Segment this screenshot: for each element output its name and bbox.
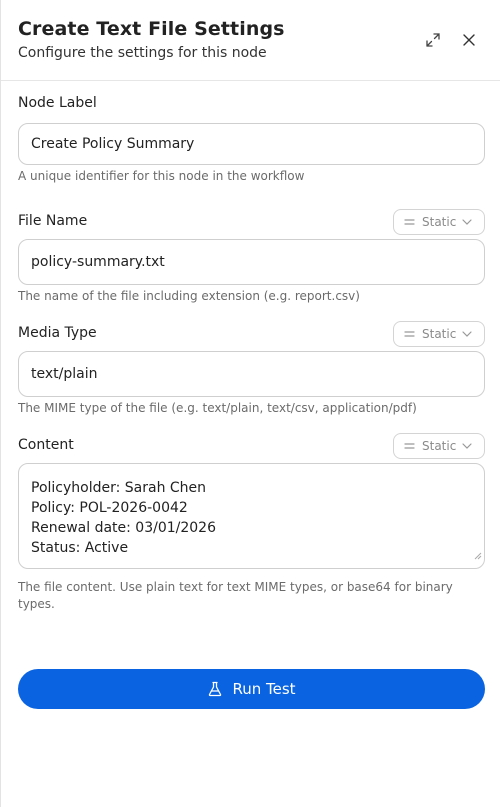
content-mode-select[interactable]: Static [393,433,485,459]
content-label: Content [18,437,74,453]
file-name-help: The name of the file including extension… [18,289,360,303]
equals-icon [404,442,415,450]
chevron-down-icon [462,331,472,337]
content-line: Status: Active [31,540,129,556]
media-type-input[interactable]: text/plain [18,351,485,397]
file-name-label: File Name [18,213,88,229]
panel-title: Create Text File Settings [18,18,285,40]
node-label-help: A unique identifier for this node in the… [18,169,305,183]
node-label-input[interactable]: Create Policy Summary [18,123,485,165]
media-type-help: The MIME type of the file (e.g. text/pla… [18,401,417,415]
chevron-down-icon [462,443,472,449]
file-name-value: policy-summary.txt [31,254,165,270]
equals-icon [404,218,415,226]
content-line: Policy: POL-2026-0042 [31,500,188,516]
media-type-label: Media Type [18,325,97,341]
content-line: Renewal date: 03/01/2026 [31,520,216,536]
content-help: The file content. Use plain text for tex… [18,580,453,611]
flask-icon [207,681,223,697]
panel-header: Create Text File Settings Configure the … [1,0,500,81]
content-textarea[interactable]: Policyholder: Sarah Chen Policy: POL-202… [18,463,485,569]
media-type-mode-select[interactable]: Static [393,321,485,347]
node-label-label: Node Label [18,95,97,111]
chevron-down-icon [462,219,472,225]
content-line: Policyholder: Sarah Chen [31,480,207,496]
file-name-input[interactable]: policy-summary.txt [18,239,485,285]
content-mode-value: Static [422,439,457,453]
expand-icon[interactable] [423,30,443,50]
node-label-value: Create Policy Summary [31,136,195,152]
file-name-mode-value: Static [422,215,457,229]
equals-icon [404,330,415,338]
node-settings-panel: Create Text File Settings Configure the … [0,0,500,807]
file-name-mode-select[interactable]: Static [393,209,485,235]
media-type-mode-value: Static [422,327,457,341]
close-icon[interactable] [459,30,479,50]
panel-subtitle: Configure the settings for this node [18,45,267,61]
run-test-button[interactable]: Run Test [18,669,485,709]
run-test-label: Run Test [232,680,296,698]
media-type-value: text/plain [31,366,98,382]
resize-handle-icon[interactable] [474,526,482,566]
